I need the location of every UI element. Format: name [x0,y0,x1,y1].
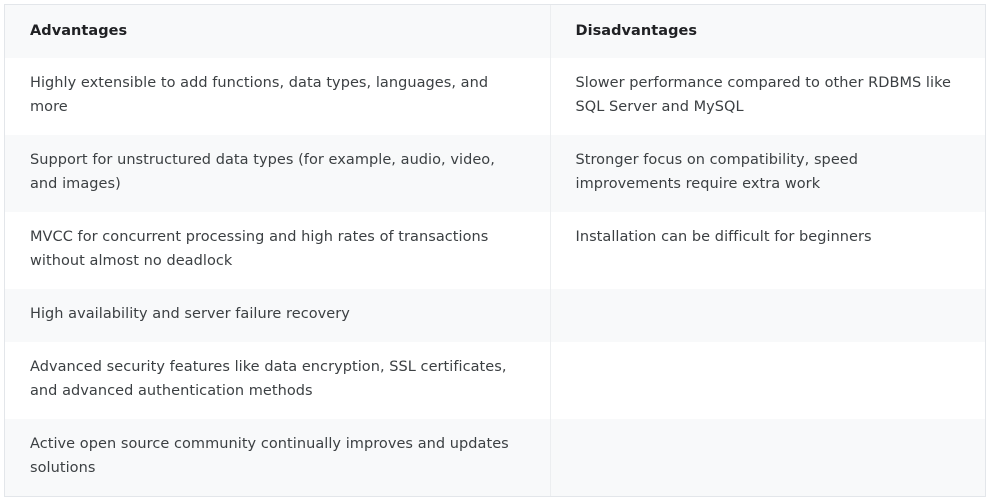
disadvantage-cell: Slower performance compared to other RDB… [550,58,985,135]
advantage-cell: Active open source community continually… [5,419,551,496]
disadvantage-cell: Stronger focus on compatibility, speed i… [550,135,985,212]
table-header-row: Advantages Disadvantages [5,5,985,58]
advantage-cell: Advanced security features like data enc… [5,342,551,419]
comparison-table-container: Advantages Disadvantages Highly extensib… [4,4,986,497]
advantage-cell: MVCC for concurrent processing and high … [5,212,551,289]
table-row: Active open source community continually… [5,419,985,496]
header-disadvantages: Disadvantages [550,5,985,58]
table-row: Highly extensible to add functions, data… [5,58,985,135]
table-row: MVCC for concurrent processing and high … [5,212,985,289]
advantages-disadvantages-table: Advantages Disadvantages Highly extensib… [5,5,985,496]
table-row: Advanced security features like data enc… [5,342,985,419]
disadvantage-cell: Installation can be difficult for beginn… [550,212,985,289]
disadvantage-cell [550,419,985,496]
disadvantage-cell [550,342,985,419]
advantage-cell: High availability and server failure rec… [5,289,551,342]
table-row: Support for unstructured data types (for… [5,135,985,212]
disadvantage-cell [550,289,985,342]
table-row: High availability and server failure rec… [5,289,985,342]
advantage-cell: Highly extensible to add functions, data… [5,58,551,135]
advantage-cell: Support for unstructured data types (for… [5,135,551,212]
header-advantages: Advantages [5,5,551,58]
